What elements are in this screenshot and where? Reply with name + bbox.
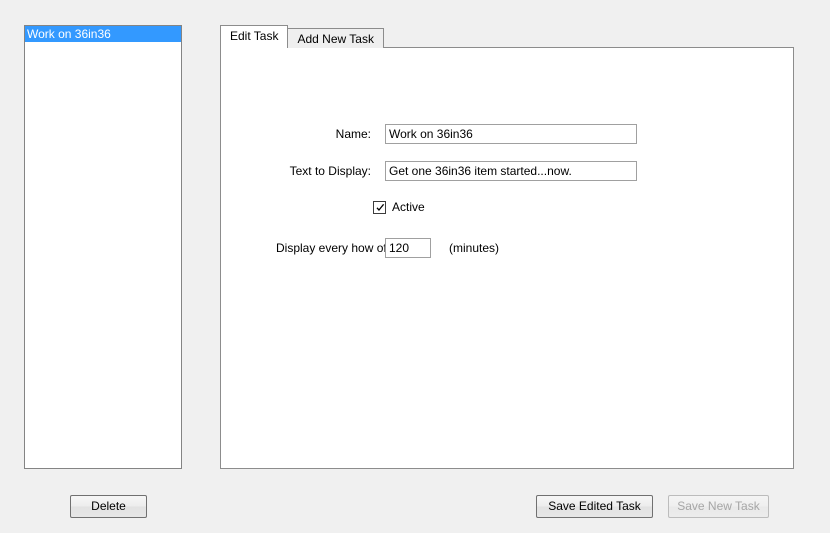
checkbox-box[interactable] [373, 200, 386, 214]
active-row: Active [373, 200, 425, 214]
name-input[interactable] [385, 124, 637, 144]
interval-input[interactable] [385, 238, 431, 258]
task-list[interactable]: Work on 36in36 [24, 25, 182, 469]
text-to-display-input[interactable] [385, 161, 637, 181]
tab-edit-task[interactable]: Edit Task [220, 25, 289, 48]
name-label: Name: [335, 127, 371, 141]
delete-button[interactable]: Delete [70, 495, 147, 518]
active-label: Active [392, 200, 425, 214]
tab-strip: Edit Task Add New Task [220, 25, 384, 48]
check-icon [376, 203, 385, 211]
text-to-display-label: Text to Display: [289, 164, 371, 178]
text-to-display-row: Text to Display: [276, 161, 637, 181]
active-checkbox[interactable]: Active [373, 200, 425, 214]
interval-row: Display every how often: (minutes) [276, 238, 499, 258]
tab-control: Edit Task Add New Task Name: Text to Dis… [220, 25, 794, 469]
save-new-task-button: Save New Task [668, 495, 769, 518]
name-row: Name: [276, 124, 637, 144]
tab-panel-edit-task: Name: Text to Display: Active Display ev… [220, 47, 794, 469]
interval-label: Display every how often: [276, 241, 407, 255]
save-edited-task-button[interactable]: Save Edited Task [536, 495, 653, 518]
list-item[interactable]: Work on 36in36 [25, 26, 181, 42]
interval-units-label: (minutes) [449, 241, 500, 255]
tab-add-new-task[interactable]: Add New Task [287, 28, 384, 48]
